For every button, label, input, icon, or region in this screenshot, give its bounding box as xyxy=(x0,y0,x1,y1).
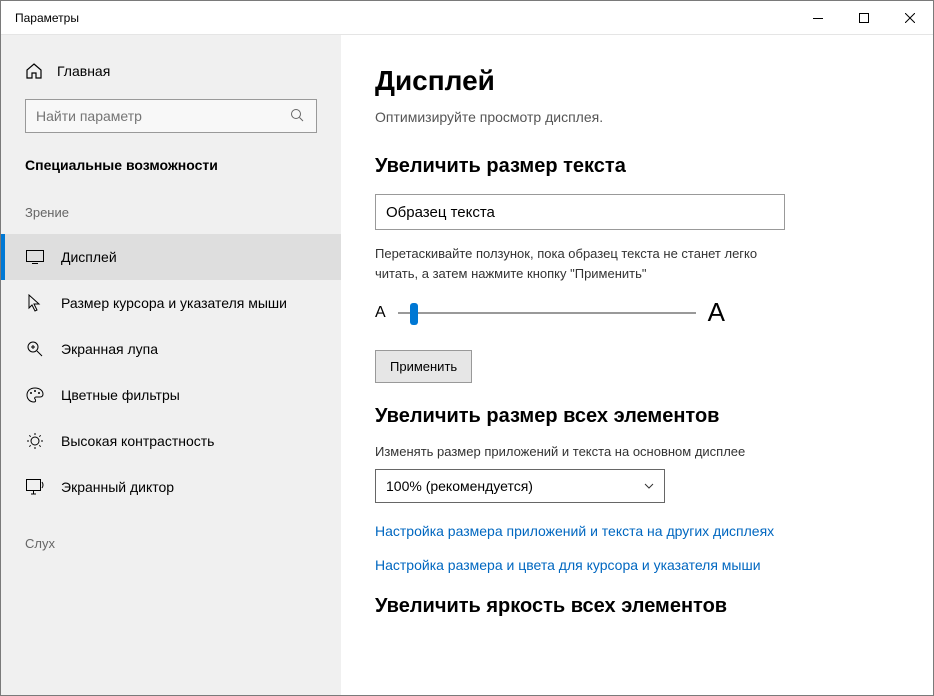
sidebar-item-colorfilters[interactable]: Цветные фильтры xyxy=(1,372,341,418)
slider-label-small: A xyxy=(375,304,386,322)
sidebar-item-label: Экранная лупа xyxy=(61,341,158,357)
search-box[interactable] xyxy=(25,99,317,133)
close-icon xyxy=(905,13,915,23)
display-icon xyxy=(25,247,45,267)
sidebar-item-display[interactable]: Дисплей xyxy=(1,234,341,280)
slider-thumb[interactable] xyxy=(410,303,418,325)
sidebar-item-label: Экранный диктор xyxy=(61,479,174,495)
window-controls xyxy=(795,1,933,34)
home-icon xyxy=(25,62,43,80)
scale-dropdown-value: 100% (рекомендуется) xyxy=(386,478,533,494)
close-button[interactable] xyxy=(887,1,933,35)
cursor-icon xyxy=(25,293,45,313)
text-size-instruction: Перетаскивайте ползунок, пока образец те… xyxy=(375,244,795,283)
sidebar-item-label: Дисплей xyxy=(61,249,117,265)
section-scale-heading: Увеличить размер всех элементов xyxy=(375,405,893,428)
window-title: Параметры xyxy=(15,11,79,25)
scale-dropdown-label: Изменять размер приложений и текста на о… xyxy=(375,444,893,459)
titlebar: Параметры xyxy=(1,1,933,35)
sidebar-item-cursor[interactable]: Размер курсора и указателя мыши xyxy=(1,280,341,326)
maximize-icon xyxy=(859,13,869,23)
page-subtitle: Оптимизируйте просмотр дисплея. xyxy=(375,109,893,125)
contrast-icon xyxy=(25,431,45,451)
maximize-button[interactable] xyxy=(841,1,887,35)
text-size-slider-row: A A xyxy=(375,297,725,328)
minimize-icon xyxy=(813,18,823,19)
scale-dropdown[interactable]: 100% (рекомендуется) xyxy=(375,469,665,503)
sample-text-box: Образец текста xyxy=(375,194,785,230)
minimize-button[interactable] xyxy=(795,1,841,35)
link-other-displays[interactable]: Настройка размера приложений и текста на… xyxy=(375,523,893,539)
page-title: Дисплей xyxy=(375,65,893,97)
slider-label-large: A xyxy=(708,297,725,328)
sidebar-group-hearing: Слух xyxy=(1,528,341,565)
sidebar-item-label: Размер курсора и указателя мыши xyxy=(61,295,287,311)
sample-text: Образец текста xyxy=(386,204,495,221)
link-cursor-settings[interactable]: Настройка размера и цвета для курсора и … xyxy=(375,557,893,573)
window-body: Главная Специальные возможности Зрение Д… xyxy=(1,35,933,695)
sidebar-home[interactable]: Главная xyxy=(1,53,341,89)
search-input[interactable] xyxy=(36,108,290,124)
sidebar-item-label: Высокая контрастность xyxy=(61,433,214,449)
section-brightness-heading: Увеличить яркость всех элементов xyxy=(375,595,893,618)
sidebar: Главная Специальные возможности Зрение Д… xyxy=(1,35,341,695)
palette-icon xyxy=(25,385,45,405)
sidebar-item-label: Цветные фильтры xyxy=(61,387,180,403)
section-text-size-heading: Увеличить размер текста xyxy=(375,155,893,178)
sidebar-category: Специальные возможности xyxy=(1,151,341,197)
sidebar-group-vision: Зрение xyxy=(1,197,341,234)
sidebar-item-narrator[interactable]: Экранный диктор xyxy=(1,464,341,510)
settings-window: Параметры Главная xyxy=(0,0,934,696)
sidebar-item-highcontrast[interactable]: Высокая контрастность xyxy=(1,418,341,464)
sidebar-item-magnifier[interactable]: Экранная лупа xyxy=(1,326,341,372)
search-icon xyxy=(290,108,306,124)
text-size-slider[interactable] xyxy=(398,312,696,314)
magnifier-icon xyxy=(25,339,45,359)
apply-button[interactable]: Применить xyxy=(375,350,472,383)
main-content: Дисплей Оптимизируйте просмотр дисплея. … xyxy=(341,35,933,695)
narrator-icon xyxy=(25,477,45,497)
chevron-down-icon xyxy=(644,481,654,492)
sidebar-home-label: Главная xyxy=(57,63,110,79)
